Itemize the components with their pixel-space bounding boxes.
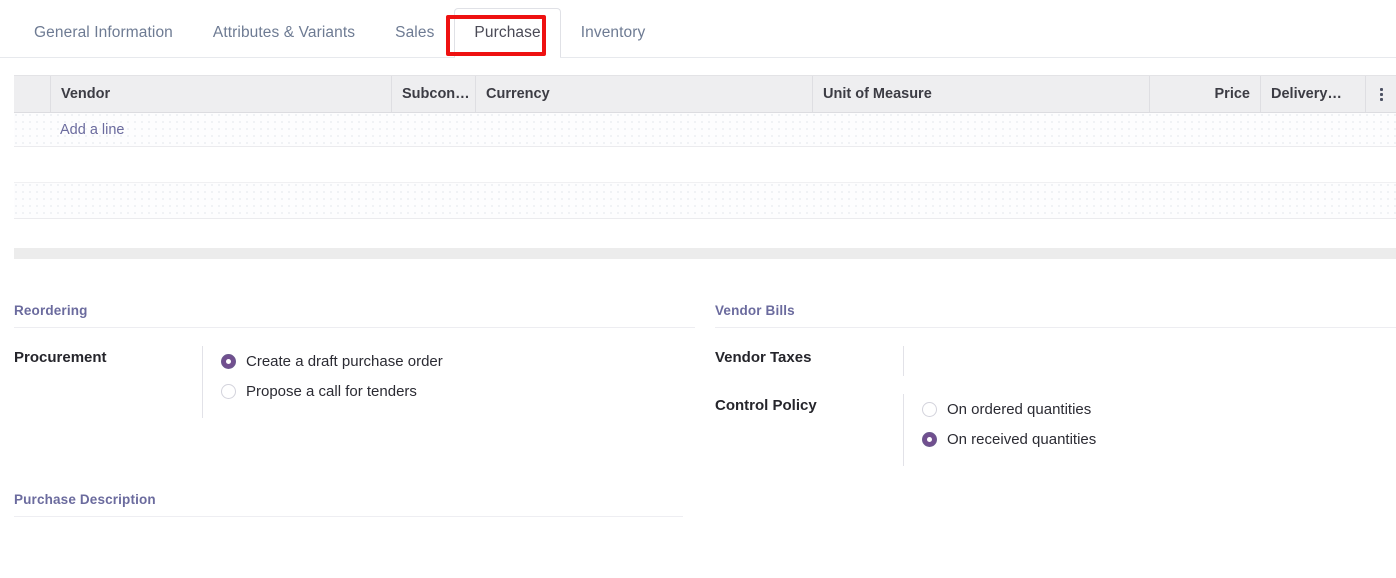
- column-header-currency[interactable]: Currency: [475, 76, 812, 112]
- tab-label: Purchase: [474, 24, 540, 41]
- column-header-subcontracted[interactable]: Subcon…: [391, 76, 475, 112]
- field-procurement: Procurement Create a draft purchase orde…: [14, 346, 695, 418]
- tab-label: General Information: [34, 24, 173, 41]
- radio-on-received-quantities[interactable]: On received quantities: [922, 424, 1396, 454]
- column-label: Vendor: [61, 86, 110, 102]
- group-title-reordering: Reordering: [14, 303, 695, 328]
- notebook-tabs: General Information Attributes & Variant…: [14, 0, 665, 57]
- radio-dot-icon: [922, 402, 937, 417]
- purchase-description-block: Purchase Description: [14, 492, 683, 569]
- vendor-pricelist-table: Vendor Subcon… Currency Unit of Measure …: [14, 75, 1396, 219]
- purchase-tab-page: General Information Attributes & Variant…: [0, 0, 1396, 578]
- field-label-procurement: Procurement: [14, 346, 202, 369]
- tab-purchase[interactable]: Purchase: [454, 8, 560, 58]
- section-divider-bar: [14, 248, 1396, 259]
- tab-label: Attributes & Variants: [213, 24, 355, 41]
- add-a-line-link[interactable]: Add a line: [14, 122, 125, 138]
- field-value-control-policy: On ordered quantities On received quanti…: [903, 394, 1396, 466]
- column-label: Delivery…: [1271, 86, 1342, 102]
- radio-label: Propose a call for tenders: [246, 383, 417, 400]
- radio-on-ordered-quantities[interactable]: On ordered quantities: [922, 394, 1396, 424]
- purchase-description-title: Purchase Description: [14, 492, 683, 517]
- column-label: Price: [1215, 86, 1250, 102]
- column-label: Subcon…: [402, 86, 470, 102]
- group-reordering: Reordering Procurement Create a draft pu…: [14, 303, 695, 466]
- kebab-menu-icon[interactable]: [1374, 86, 1388, 102]
- tab-general-information[interactable]: General Information: [14, 8, 193, 58]
- tab-label: Inventory: [581, 24, 646, 41]
- column-header-delivery[interactable]: Delivery…: [1260, 76, 1365, 112]
- purchase-description-input[interactable]: [14, 517, 683, 569]
- tab-label: Sales: [395, 24, 434, 41]
- table-filler-row: [14, 147, 1396, 183]
- radio-propose-call-for-tenders[interactable]: Propose a call for tenders: [221, 376, 695, 406]
- group-title-vendor-bills: Vendor Bills: [715, 303, 1396, 328]
- settings-groups: Reordering Procurement Create a draft pu…: [0, 303, 1396, 466]
- table-filler-row: [14, 183, 1396, 219]
- table-header-row: Vendor Subcon… Currency Unit of Measure …: [14, 75, 1396, 113]
- field-vendor-taxes: Vendor Taxes: [715, 346, 1396, 376]
- radio-create-draft-purchase-order[interactable]: Create a draft purchase order: [221, 346, 695, 376]
- optional-columns-dropdown[interactable]: [1365, 76, 1396, 112]
- add-a-line-row[interactable]: Add a line: [14, 113, 1396, 147]
- radio-label: On received quantities: [947, 431, 1096, 448]
- column-header-price[interactable]: Price: [1149, 76, 1260, 112]
- radio-dot-icon: [221, 384, 236, 399]
- notebook-tab-bar: General Information Attributes & Variant…: [0, 0, 1396, 58]
- field-control-policy: Control Policy On ordered quantities On …: [715, 394, 1396, 466]
- field-label-control-policy: Control Policy: [715, 394, 903, 417]
- column-header-vendor[interactable]: Vendor: [50, 76, 391, 112]
- radio-label: On ordered quantities: [947, 401, 1091, 418]
- radio-label: Create a draft purchase order: [246, 353, 443, 370]
- tab-sales[interactable]: Sales: [375, 8, 454, 58]
- column-header-handle: [14, 76, 50, 112]
- tab-inventory[interactable]: Inventory: [561, 8, 666, 58]
- radio-dot-icon: [922, 432, 937, 447]
- column-label: Unit of Measure: [823, 86, 932, 102]
- column-label: Currency: [486, 86, 550, 102]
- radio-dot-icon: [221, 354, 236, 369]
- field-value-procurement: Create a draft purchase order Propose a …: [202, 346, 695, 418]
- tab-attributes-variants[interactable]: Attributes & Variants: [193, 8, 375, 58]
- field-label-vendor-taxes: Vendor Taxes: [715, 346, 903, 369]
- column-header-unit-of-measure[interactable]: Unit of Measure: [812, 76, 1149, 112]
- group-vendor-bills: Vendor Bills Vendor Taxes Control Policy…: [715, 303, 1396, 466]
- field-value-vendor-taxes[interactable]: [903, 346, 1396, 376]
